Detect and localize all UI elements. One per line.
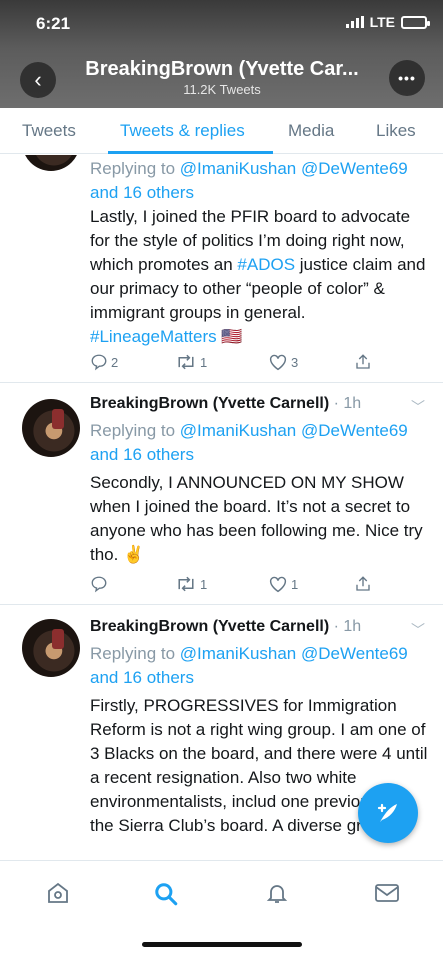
- home-indicator: [142, 942, 302, 947]
- profile-title: BreakingBrown (Yvette Car...: [85, 58, 359, 80]
- tweet-header: BreakingBrown (Yvette Carnell) · 1h: [90, 395, 361, 413]
- share-icon: [356, 354, 370, 369]
- tweet-actions: 1 1: [90, 575, 390, 595]
- retweet-button[interactable]: 1: [175, 353, 207, 371]
- status-indicators: LTE: [345, 14, 430, 30]
- back-button[interactable]: ‹: [20, 62, 56, 98]
- tweet-header: BreakingBrown (Yvette Carnell) · 1h: [90, 618, 361, 636]
- battery-icon: [401, 15, 430, 29]
- more-horizontal-icon: •••: [398, 70, 416, 86]
- tweet[interactable]: Replying to @ImaniKushan @DeWente69 and …: [0, 155, 443, 383]
- notifications-tab[interactable]: [265, 881, 289, 910]
- reply-button[interactable]: [90, 575, 111, 593]
- more-button[interactable]: •••: [389, 60, 425, 96]
- notifications-bell-icon: [266, 885, 288, 903]
- retweet-button[interactable]: 1: [175, 575, 207, 593]
- retweet-count: 1: [200, 576, 208, 592]
- replying-to: Replying to @ImaniKushan @DeWente69 and …: [90, 157, 425, 205]
- tab-tweets[interactable]: Tweets: [22, 121, 76, 141]
- avatar[interactable]: [22, 155, 80, 171]
- messages-tab[interactable]: [374, 881, 400, 910]
- signal-icon: [345, 16, 364, 28]
- tweet-time: · 1h: [329, 618, 362, 635]
- mention-link[interactable]: @ImaniKushan: [180, 421, 297, 440]
- hashtag-link[interactable]: #ADOS: [237, 255, 295, 274]
- replying-prefix: Replying to: [90, 159, 180, 178]
- like-count: 3: [291, 354, 299, 370]
- avatar[interactable]: [22, 619, 80, 677]
- compose-tweet-icon: [377, 803, 397, 822]
- tweet-text: Secondly, I ANNOUNCED ON MY SHOW when I …: [90, 473, 423, 564]
- replying-to: Replying to @ImaniKushan @DeWente69 and …: [90, 419, 425, 467]
- like-button[interactable]: 1: [268, 575, 298, 593]
- us-flag-emoji: 🇺🇸: [221, 327, 243, 346]
- messages-envelope-icon: [375, 884, 399, 902]
- share-button[interactable]: [354, 353, 372, 371]
- reply-count: 2: [111, 354, 119, 370]
- mention-link[interactable]: @DeWente69: [301, 644, 408, 663]
- mention-link[interactable]: @DeWente69: [301, 159, 408, 178]
- hashtag-link[interactable]: #LineageMatters: [90, 327, 217, 346]
- profile-tabs: Tweets Tweets & replies Media Likes: [0, 108, 443, 154]
- heart-icon: [269, 354, 287, 371]
- tweet-feed[interactable]: Replying to @ImaniKushan @DeWente69 and …: [0, 155, 443, 860]
- back-arrow-icon: ‹: [34, 67, 42, 92]
- tweet-actions: 2 1 3: [90, 353, 390, 373]
- search-icon: [155, 883, 178, 906]
- reply-button[interactable]: 2: [90, 353, 118, 371]
- reply-icon: [91, 576, 107, 593]
- retweet-count: 1: [200, 354, 208, 370]
- retweet-icon: [178, 576, 194, 592]
- reply-icon: [91, 354, 107, 371]
- tweet[interactable]: BreakingBrown (Yvette Carnell) · 1h ﹀ Re…: [0, 383, 443, 605]
- author-name[interactable]: BreakingBrown (Yvette Carnell): [90, 618, 329, 635]
- share-icon: [356, 576, 370, 591]
- others-link[interactable]: and 16 others: [90, 183, 194, 202]
- home-icon: [48, 882, 68, 903]
- tab-likes[interactable]: Likes: [376, 121, 416, 141]
- others-link[interactable]: and 16 others: [90, 445, 194, 464]
- network-type: LTE: [369, 14, 395, 30]
- tweet-text: Lastly, I joined the PFIR board to advoc…: [90, 205, 430, 349]
- author-name[interactable]: BreakingBrown (Yvette Carnell): [90, 395, 329, 412]
- heart-icon: [269, 576, 287, 593]
- replying-to: Replying to @ImaniKushan @DeWente69 and …: [90, 642, 425, 690]
- retweet-icon: [178, 354, 194, 370]
- chevron-down-icon[interactable]: ﹀: [411, 620, 425, 640]
- tab-tweets-and-replies[interactable]: Tweets & replies: [120, 121, 245, 141]
- like-count: 1: [291, 576, 299, 592]
- replying-prefix: Replying to: [90, 421, 180, 440]
- share-button[interactable]: [354, 575, 372, 593]
- home-tab[interactable]: [46, 881, 70, 910]
- chevron-down-icon[interactable]: ﹀: [411, 397, 425, 417]
- replying-prefix: Replying to: [90, 644, 180, 663]
- profile-header: 6:21 LTE ‹ BreakingBrown (Yvette Car... …: [0, 0, 443, 108]
- active-tab-indicator: [108, 151, 273, 154]
- avatar[interactable]: [22, 399, 80, 457]
- search-tab[interactable]: [153, 881, 179, 912]
- mention-link[interactable]: @ImaniKushan: [180, 644, 297, 663]
- compose-tweet-button[interactable]: [358, 783, 418, 843]
- tweet-count: 11.2K Tweets: [183, 82, 261, 97]
- tweet-time: · 1h: [329, 395, 362, 412]
- like-button[interactable]: 3: [268, 353, 298, 371]
- status-time: 6:21: [36, 14, 71, 33]
- mention-link[interactable]: @ImaniKushan: [180, 159, 297, 178]
- mention-link[interactable]: @DeWente69: [301, 421, 408, 440]
- tab-media[interactable]: Media: [288, 121, 334, 141]
- others-link[interactable]: and 16 others: [90, 668, 194, 687]
